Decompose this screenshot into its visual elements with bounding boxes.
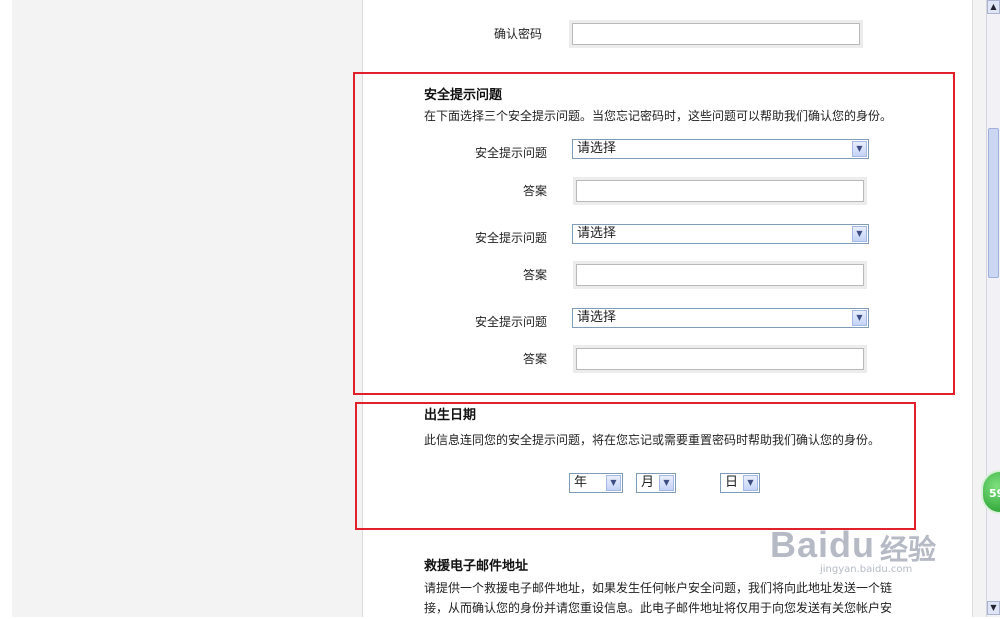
- security-question-label-1: 安全提示问题: [474, 146, 547, 160]
- birth-month-select[interactable]: 月 ▼: [636, 473, 676, 493]
- chevron-down-icon[interactable]: ▼: [852, 141, 867, 157]
- watermark-text: Baidu: [770, 524, 876, 565]
- select-value: 请选择: [577, 226, 617, 241]
- chevron-down-icon[interactable]: ▼: [606, 475, 621, 491]
- watermark-url: jingyan.baidu.com: [820, 564, 913, 575]
- birthday-title: 出生日期: [424, 408, 477, 423]
- watermark-text-2: 经验: [880, 533, 937, 566]
- security-question-select-3[interactable]: 请选择 ▼: [572, 308, 869, 328]
- security-description: 在下面选择三个安全提示问题。当您忘记密码时，这些问题可以帮助我们确认您的身份。: [424, 109, 893, 123]
- answer-label-1: 答案: [522, 184, 547, 198]
- answer-field-1[interactable]: [576, 180, 864, 202]
- chevron-down-icon[interactable]: ▼: [743, 475, 758, 491]
- chevron-down-icon[interactable]: ▼: [852, 310, 867, 326]
- birth-day-select[interactable]: 日 ▼: [720, 473, 760, 493]
- rescue-email-title: 救援电子邮件地址: [424, 559, 529, 574]
- security-question-select-2[interactable]: 请选择 ▼: [572, 224, 869, 244]
- rescue-email-line-2: 接，从而确认您的身份并请您重设信息。此电子邮件地址将仅用于向您发送有关您帐户安: [424, 601, 893, 615]
- chevron-down-icon[interactable]: ▼: [852, 226, 867, 242]
- select-value: 请选择: [577, 310, 617, 325]
- answer-label-2: 答案: [522, 268, 547, 282]
- answer-label-3: 答案: [522, 352, 547, 366]
- left-panel: [12, 0, 363, 617]
- baidu-watermark: Baidu 经验 jingyan.baidu.com: [740, 508, 960, 578]
- chevron-down-icon[interactable]: ▼: [659, 475, 674, 491]
- security-title: 安全提示问题: [424, 88, 503, 103]
- answer-field-2[interactable]: [576, 264, 864, 286]
- select-value: 日: [725, 475, 739, 490]
- scroll-up-icon[interactable]: ▲: [987, 0, 1000, 14]
- birthday-description: 此信息连同您的安全提示问题，将在您忘记或需要重置密码时帮助我们确认您的身份。: [424, 433, 881, 447]
- scroll-down-icon[interactable]: ▼: [987, 601, 1000, 615]
- answer-field-3[interactable]: [576, 348, 864, 370]
- security-question-select-1[interactable]: 请选择 ▼: [572, 139, 869, 159]
- birth-year-select[interactable]: 年 ▼: [569, 473, 623, 493]
- confirm-password-label: 确认密码: [493, 27, 542, 41]
- select-value: 请选择: [577, 141, 617, 156]
- security-question-label-2: 安全提示问题: [474, 231, 547, 245]
- vertical-scrollbar[interactable]: ▲ ▼: [986, 0, 1000, 617]
- select-value: 年: [574, 475, 588, 490]
- confirm-password-field[interactable]: [572, 23, 860, 45]
- badge-text: 59: [989, 487, 1000, 500]
- select-value: 月: [641, 475, 655, 490]
- rescue-email-line-1: 请提供一个救援电子邮件地址，如果发生任何帐户安全问题，我们将向此地址发送一个链: [424, 581, 893, 595]
- right-panel: [972, 0, 987, 617]
- security-question-label-3: 安全提示问题: [474, 315, 547, 329]
- scrollbar-thumb[interactable]: [988, 128, 999, 278]
